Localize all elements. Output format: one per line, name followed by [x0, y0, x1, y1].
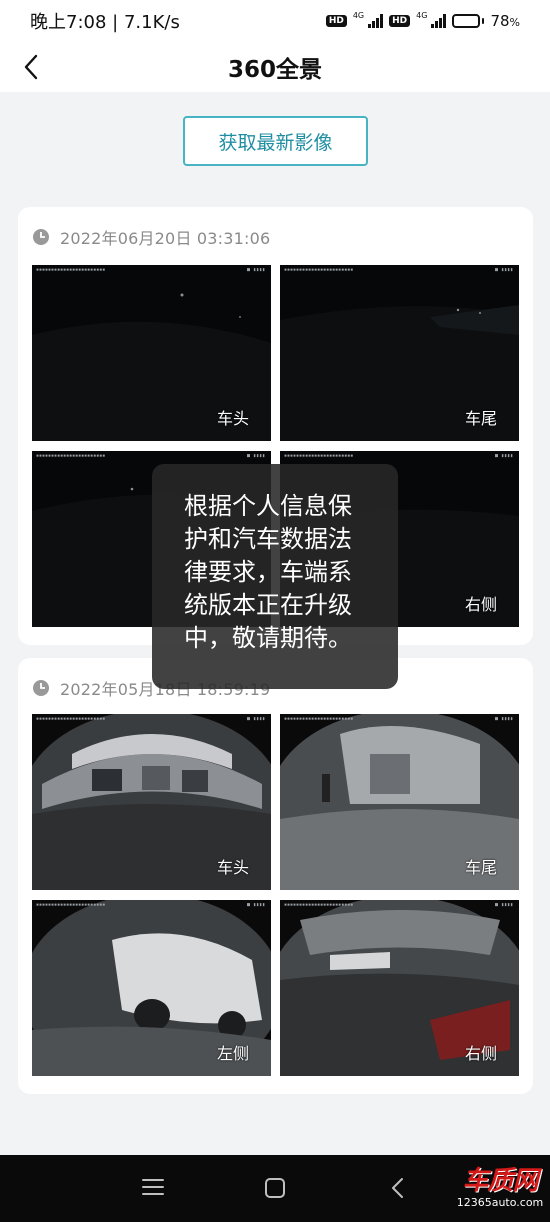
network-type: 4G	[352, 10, 365, 20]
battery-percent: 78%	[490, 12, 520, 30]
clock-icon	[33, 680, 49, 696]
status-bar: 晚上7:08 | 7.1K/s HD 4G HD 4G 78%	[0, 0, 550, 42]
fetch-latest-image-button[interactable]: 获取最新影像	[183, 116, 368, 166]
toast-line: 律要求，车端系	[184, 558, 352, 586]
toast-line: 根据个人信息保	[184, 492, 352, 520]
back-button[interactable]	[16, 50, 46, 84]
hd-badge: HD	[325, 15, 347, 27]
view-label: 车头	[216, 858, 249, 877]
camera-view-rear[interactable]: ▪▪▪▪▪▪▪▪▪▪▪▪▪▪▪▪▪▪▪▪▪▪▪ ■ ▮▮▮▮ 车尾	[280, 714, 519, 890]
watermark-main: 车质网	[462, 1166, 538, 1196]
toast-line: 统版本正在升级	[184, 591, 352, 619]
signal-icon-2	[431, 14, 447, 28]
menu-button[interactable]	[140, 1175, 170, 1203]
network-type-2: 4G	[416, 10, 428, 20]
view-label: 车尾	[464, 409, 497, 428]
status-time: 晚上7:08	[30, 12, 107, 33]
view-label: 车尾	[464, 858, 497, 877]
triangle-back-icon	[392, 1178, 403, 1198]
toast-line: 护和汽车数据法	[184, 525, 352, 553]
camera-view-left[interactable]: ▪▪▪▪▪▪▪▪▪▪▪▪▪▪▪▪▪▪▪▪▪▪▪ ■ ▮▮▮▮ 左侧	[32, 900, 271, 1076]
square-home-icon	[265, 1178, 285, 1198]
camera-view-right[interactable]: ▪▪▪▪▪▪▪▪▪▪▪▪▪▪▪▪▪▪▪▪▪▪▪ ■ ▮▮▮▮ 右侧	[280, 900, 519, 1076]
watermark-logo: 车质网 12365auto.com	[454, 1166, 546, 1218]
home-button[interactable]	[262, 1175, 292, 1203]
status-separator: |	[112, 12, 124, 33]
page-title: 360全景	[227, 57, 322, 83]
system-back-button[interactable]	[386, 1175, 416, 1203]
record-time: 2022年06月20日 03:31:06	[60, 229, 271, 248]
chevron-left-icon	[24, 54, 38, 80]
record-card-2: 2022年05月18日 18:59:19 ▪▪▪▪▪▪▪▪▪▪▪▪▪▪▪▪▪▪▪…	[18, 658, 533, 1094]
system-nav-bar: 车质网 12365auto.com	[0, 1155, 550, 1222]
status-left: 晚上7:08 | 7.1K/s	[30, 8, 180, 34]
view-label: 左侧	[216, 1044, 249, 1063]
hd-badge-2: HD	[389, 15, 411, 27]
record-header: 2022年06月20日 03:31:06	[32, 225, 270, 249]
toast-line: 中，敬请期待。	[184, 624, 352, 652]
menu-icon	[142, 1179, 164, 1195]
camera-view-front[interactable]: ▪▪▪▪▪▪▪▪▪▪▪▪▪▪▪▪▪▪▪▪▪▪▪ ■ ▮▮▮▮ 车头	[32, 265, 271, 441]
view-label: 右侧	[464, 595, 497, 614]
signal-icon	[368, 14, 384, 28]
nav-bar: 360全景	[0, 42, 550, 92]
watermark-url: 12365auto.com	[456, 1196, 544, 1209]
camera-view-rear[interactable]: ▪▪▪▪▪▪▪▪▪▪▪▪▪▪▪▪▪▪▪▪▪▪▪ ■ ▮▮▮▮ 车尾	[280, 265, 519, 441]
view-label: 车头	[216, 409, 249, 428]
camera-view-front[interactable]: ▪▪▪▪▪▪▪▪▪▪▪▪▪▪▪▪▪▪▪▪▪▪▪ ■ ▮▮▮▮ 车头	[32, 714, 271, 890]
view-label: 右侧	[464, 1044, 497, 1063]
clock-icon	[33, 229, 49, 245]
status-speed: 7.1K/s	[123, 12, 180, 33]
privacy-toast: 根据个人信息保 护和汽车数据法 律要求，车端系 统版本正在升级 中，敬请期待。	[152, 464, 398, 689]
status-right: HD 4G HD 4G 78%	[325, 10, 520, 30]
battery-icon	[452, 14, 485, 28]
